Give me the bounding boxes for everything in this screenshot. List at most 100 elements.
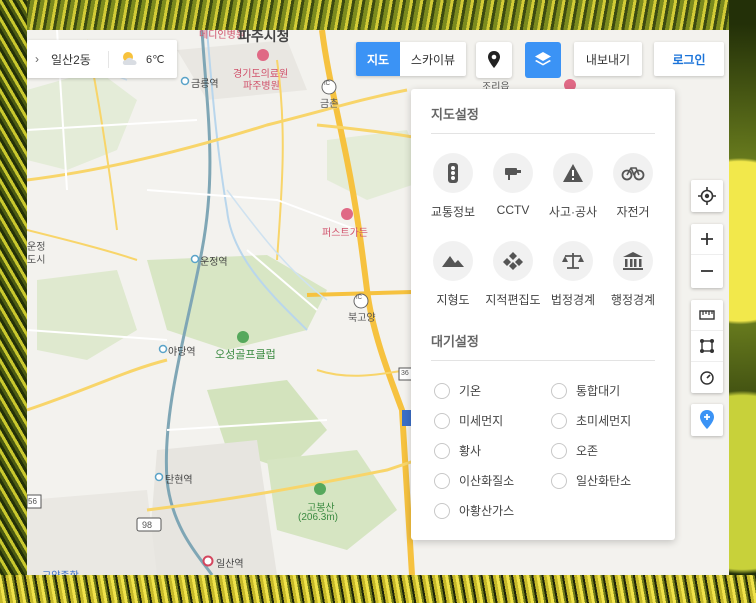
government-building-icon xyxy=(613,241,653,281)
air-settings-title: 대기설정 xyxy=(431,334,479,349)
air-option-label: 미세먼지 xyxy=(459,414,504,428)
map-label-hospital-2: 파주병원 xyxy=(243,81,280,92)
air-option-label: 초미세먼지 xyxy=(576,414,632,428)
air-option-ozone[interactable]: 오존 xyxy=(551,442,598,459)
zoom-out-button[interactable] xyxy=(691,255,723,286)
air-option-yellow-dust[interactable]: 황사 xyxy=(434,442,481,459)
crosshair-icon xyxy=(698,186,716,205)
map-label-bukgoyang: 북고양 xyxy=(348,313,376,324)
layer-bicycle[interactable]: 자전거 xyxy=(603,153,663,223)
layer-cctv[interactable]: CCTV xyxy=(483,153,543,223)
divider xyxy=(431,360,655,361)
radio-button[interactable] xyxy=(551,412,567,429)
bicycle-icon xyxy=(613,153,653,193)
layer-label: 교통정보 xyxy=(430,205,476,219)
export-button[interactable]: 내보내기 xyxy=(574,42,642,76)
map-type-skyview-button[interactable]: 스카이뷰 xyxy=(400,42,466,76)
radio-button[interactable] xyxy=(434,502,450,519)
layer-legal-boundary[interactable]: 법정경계 xyxy=(543,241,603,311)
layer-label: 사고·공사 xyxy=(548,205,598,219)
radio-button[interactable] xyxy=(434,442,450,459)
my-location-control xyxy=(691,180,723,212)
location-weather-box[interactable]: › 일산2동 6℃ xyxy=(27,40,177,78)
map-label-gogyang-bottom: 고양종합 xyxy=(42,567,79,575)
layers-button[interactable] xyxy=(525,42,561,78)
layer-settings-panel: 지도설정 교통정보 CCTV 사고·공사 자전거 지형도 지적편집도 법정경계 … xyxy=(411,89,675,540)
area-measure-button[interactable] xyxy=(691,331,723,362)
location-name: 일산2동 xyxy=(47,50,109,68)
map-label-road-36: 36 xyxy=(401,370,409,377)
map-label-osung-golf: 오성골프클럽 xyxy=(215,349,276,361)
add-pin-icon xyxy=(700,409,714,429)
background-photo-left xyxy=(0,0,27,603)
cadastral-icon xyxy=(493,241,533,281)
area-icon xyxy=(700,339,714,353)
minus-icon xyxy=(701,269,713,272)
air-option-label: 기온 xyxy=(459,384,482,398)
radio-button[interactable] xyxy=(551,472,567,489)
radio-button[interactable] xyxy=(551,442,567,459)
zoom-in-button[interactable] xyxy=(691,224,723,255)
map-label-yadang-station: 야당역 xyxy=(168,347,196,358)
scale-icon xyxy=(553,241,593,281)
add-place-button[interactable] xyxy=(691,404,723,435)
temperature: 6℃ xyxy=(146,53,165,66)
radio-button[interactable] xyxy=(434,382,450,399)
mountain-icon xyxy=(433,241,473,281)
layer-terrain[interactable]: 지형도 xyxy=(423,241,483,311)
radio-button[interactable] xyxy=(434,412,450,429)
radio-button[interactable] xyxy=(551,382,567,399)
map-label-gumchon-station: 금릉역 xyxy=(191,79,219,90)
map-type-toggle: 지도 스카이뷰 xyxy=(356,42,466,76)
map-label-ic-badge-1: IC xyxy=(324,81,330,87)
distance-measure-button[interactable] xyxy=(691,300,723,331)
chevron-right-icon[interactable]: › xyxy=(27,52,47,66)
layer-label: CCTV xyxy=(496,203,530,217)
divider xyxy=(431,133,655,134)
map-label-road-56: 56 xyxy=(28,497,37,506)
zoom-control xyxy=(691,224,723,288)
traffic-light-icon xyxy=(433,153,473,193)
background-photo-top xyxy=(0,0,756,30)
plus-icon xyxy=(701,233,713,245)
map-label-tanhyeon-station: 탄현역 xyxy=(165,475,193,486)
layer-label: 자전거 xyxy=(616,205,650,219)
place-pin-button[interactable] xyxy=(476,42,512,78)
warning-icon xyxy=(553,153,593,193)
background-photo-right xyxy=(729,0,756,603)
air-option-no2[interactable]: 이산화질소 xyxy=(434,472,514,489)
cctv-icon xyxy=(493,153,533,193)
login-button[interactable]: 로그인 xyxy=(654,42,724,76)
air-option-label: 통합대기 xyxy=(576,384,621,398)
map-label-unjeong-station: 운정역 xyxy=(200,257,228,268)
layer-label: 법정경계 xyxy=(550,293,596,307)
layer-admin-boundary[interactable]: 행정경계 xyxy=(603,241,663,311)
map-label-city-hall: 파주시청 xyxy=(238,30,290,44)
layer-traffic[interactable]: 교통정보 xyxy=(423,153,483,223)
radio-button[interactable] xyxy=(434,472,450,489)
map-type-map-button[interactable]: 지도 xyxy=(356,42,400,76)
partly-cloudy-icon xyxy=(119,51,141,67)
compass-icon xyxy=(700,370,714,385)
map-pin-icon xyxy=(488,51,500,68)
ruler-icon xyxy=(699,310,715,320)
air-option-so2[interactable]: 아황산가스 xyxy=(434,502,514,519)
background-photo-bottom xyxy=(0,575,756,603)
layer-accident[interactable]: 사고·공사 xyxy=(543,153,603,223)
measure-tools xyxy=(691,300,723,393)
layer-cadastral[interactable]: 지적편집도 xyxy=(483,241,543,311)
air-option-label: 이산화질소 xyxy=(459,474,515,488)
air-option-temperature[interactable]: 기온 xyxy=(434,382,481,399)
map-settings-title: 지도설정 xyxy=(431,107,479,122)
map-label-unjeong-left-2: 도시 xyxy=(27,255,46,266)
air-option-label: 황사 xyxy=(459,444,482,458)
air-option-pm25[interactable]: 초미세먼지 xyxy=(551,412,631,429)
air-option-integrated[interactable]: 통합대기 xyxy=(551,382,620,399)
my-location-button[interactable] xyxy=(691,180,723,211)
air-option-label: 아황산가스 xyxy=(459,504,515,518)
air-option-pm10[interactable]: 미세먼지 xyxy=(434,412,503,429)
layer-label: 지적편집도 xyxy=(485,293,541,307)
layer-label: 지형도 xyxy=(436,293,470,307)
radius-measure-button[interactable] xyxy=(691,362,723,393)
air-option-co[interactable]: 일산화탄소 xyxy=(551,472,631,489)
